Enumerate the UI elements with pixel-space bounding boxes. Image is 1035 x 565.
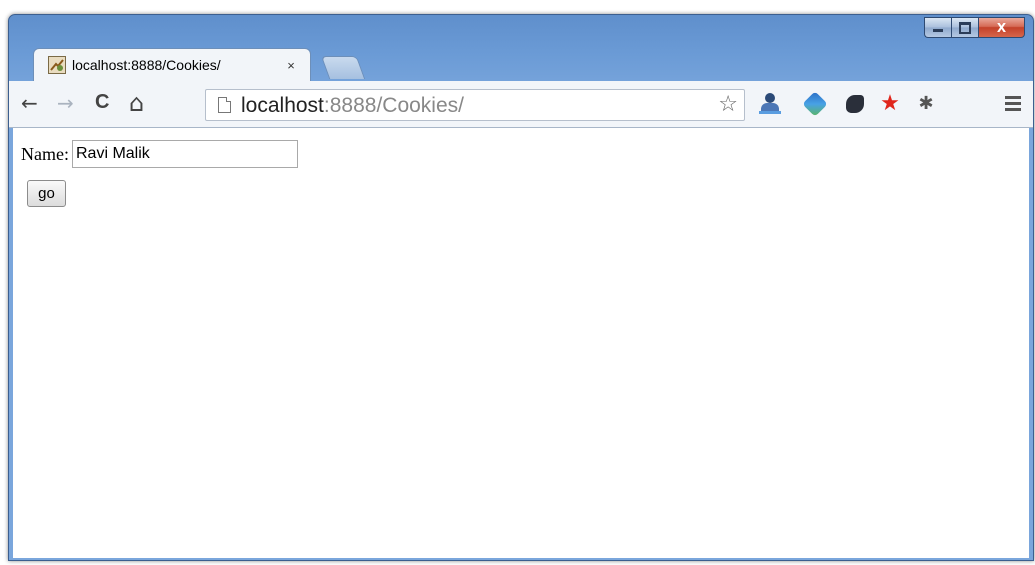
extension-dragon-icon[interactable] [844,93,866,115]
maximize-icon [959,21,971,34]
close-window-button[interactable]: X [978,17,1025,38]
extension-user-icon[interactable] [759,93,781,115]
tab-close-icon[interactable]: × [282,58,300,73]
name-input[interactable] [71,140,298,168]
back-arrow-icon[interactable]: ← [21,91,38,115]
address-bar[interactable]: localhost:8888/Cookies/ ☆ [205,89,745,121]
minimize-button[interactable] [924,17,951,38]
browser-window: X localhost:8888/Cookies/ × ← → C ⌂ loca… [8,14,1034,561]
url-path: :8888/Cookies/ [323,94,464,117]
name-row: Name: [21,140,298,168]
extension-diamond-icon[interactable] [802,91,828,117]
tab-strip: localhost:8888/Cookies/ × [33,48,533,82]
url-text[interactable]: localhost:8888/Cookies/ [241,94,464,118]
tab-title: localhost:8888/Cookies/ [72,57,221,73]
page-icon [218,97,231,113]
reload-icon[interactable]: C [95,91,109,114]
new-tab-button[interactable] [320,56,366,79]
close-icon: X [996,20,1007,35]
minimize-icon [933,29,943,32]
extension-star-icon[interactable]: ★ [879,93,901,115]
name-label: Name: [21,143,69,164]
page-favicon-icon [48,56,66,74]
go-button[interactable]: go [27,180,66,207]
maximize-button[interactable] [951,17,978,38]
browser-toolbar: ← → C ⌂ localhost:8888/Cookies/ ☆ ★ ✱ [9,81,1033,128]
window-controls: X [924,17,1025,39]
tab-active[interactable]: localhost:8888/Cookies/ × [33,48,311,82]
forward-arrow-icon[interactable]: → [57,91,74,115]
menu-icon[interactable] [1005,96,1021,114]
url-host: localhost [241,94,324,117]
page-content: Name: go [13,128,1029,558]
bookmark-star-icon[interactable]: ☆ [718,92,738,117]
home-icon[interactable]: ⌂ [129,89,144,117]
extension-puzzle-icon[interactable]: ✱ [915,93,937,115]
